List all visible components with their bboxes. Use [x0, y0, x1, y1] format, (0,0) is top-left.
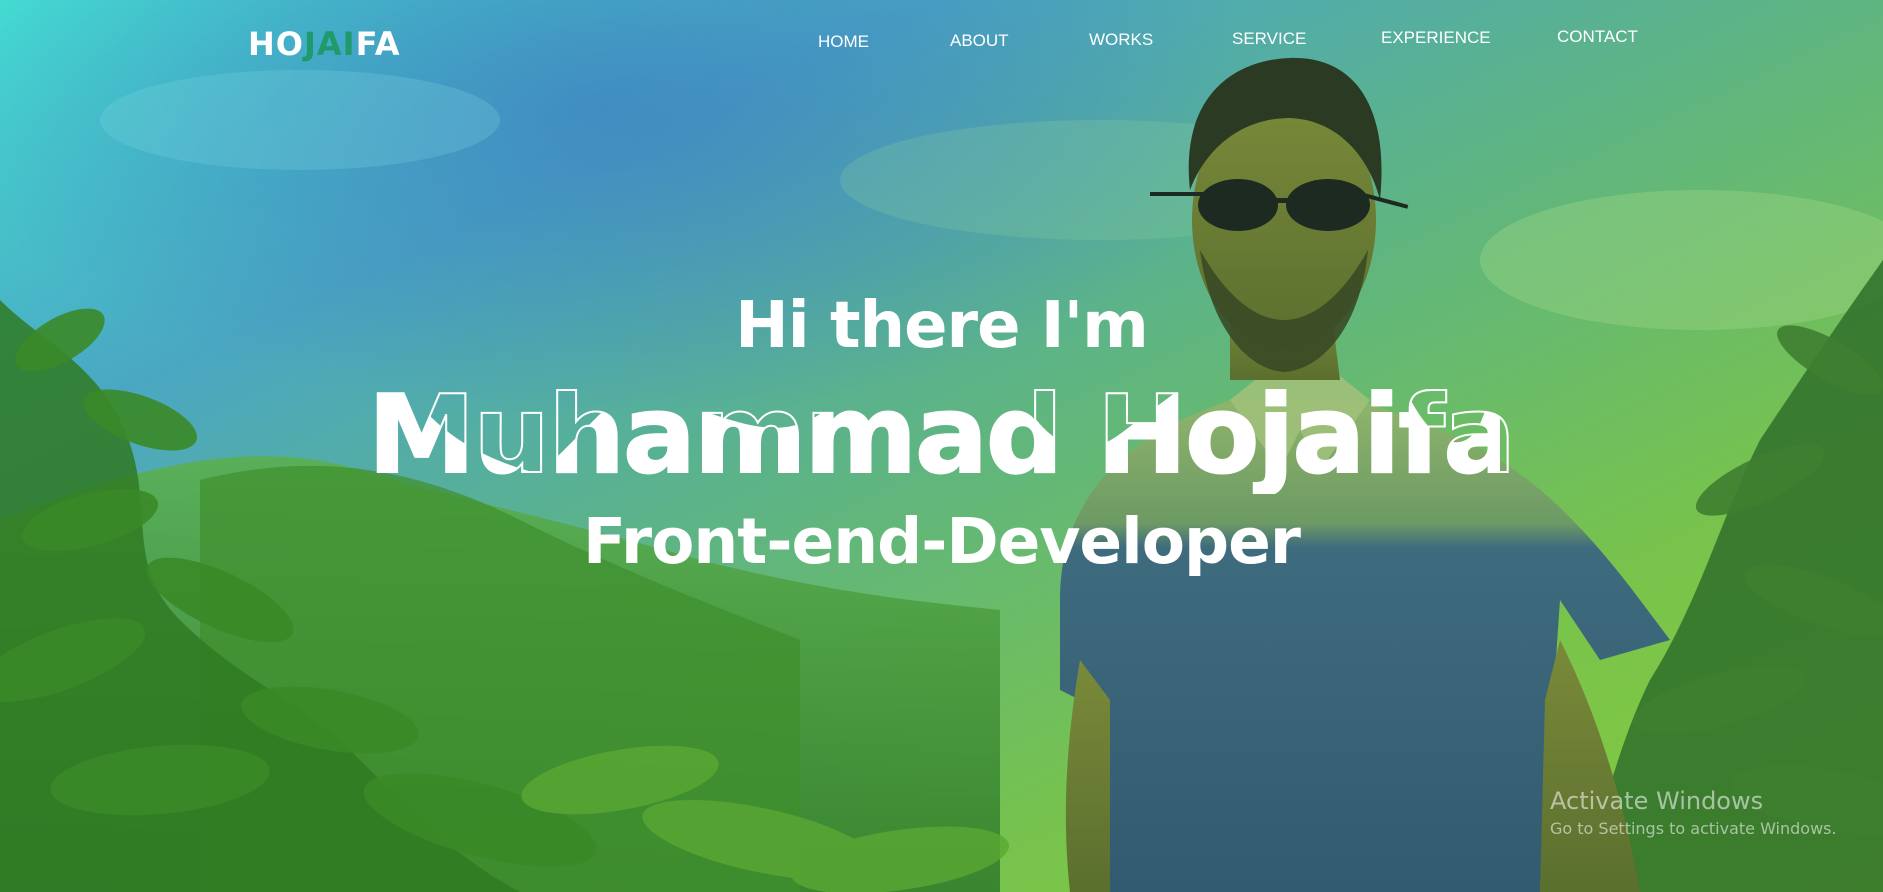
hero-section: HOJAIFA HOME ABOUT WORKS SERVICE EXPERIE…	[0, 0, 1883, 892]
nav-experience-link[interactable]: EXPERIENCE	[1381, 28, 1491, 48]
nav-works-link[interactable]: WORKS	[1089, 30, 1153, 50]
watermark-title: Activate Windows	[1550, 787, 1764, 815]
hero-role: Front-end-Developer	[583, 505, 1301, 578]
nav-service-link[interactable]: SERVICE	[1232, 29, 1306, 49]
site-logo[interactable]: HOJAIFA	[248, 24, 401, 64]
activate-windows-watermark: Activate Windows Go to Settings to activ…	[1550, 786, 1837, 840]
nav-home-link[interactable]: HOME	[818, 32, 869, 52]
nav-contact-link[interactable]: CONTACT	[1557, 27, 1638, 47]
logo-text-part1: HO	[248, 25, 304, 63]
hero-greeting: Hi there I'm	[735, 289, 1149, 363]
logo-text-part2: FA	[355, 25, 401, 63]
logo-text-accent: JAI	[303, 25, 356, 63]
nav-about-link[interactable]: ABOUT	[950, 31, 1009, 51]
watermark-subtitle: Go to Settings to activate Windows.	[1550, 819, 1837, 838]
hero-name-heading: Muhammad Hojaifa Muhammad Hojaifa	[367, 374, 1517, 494]
